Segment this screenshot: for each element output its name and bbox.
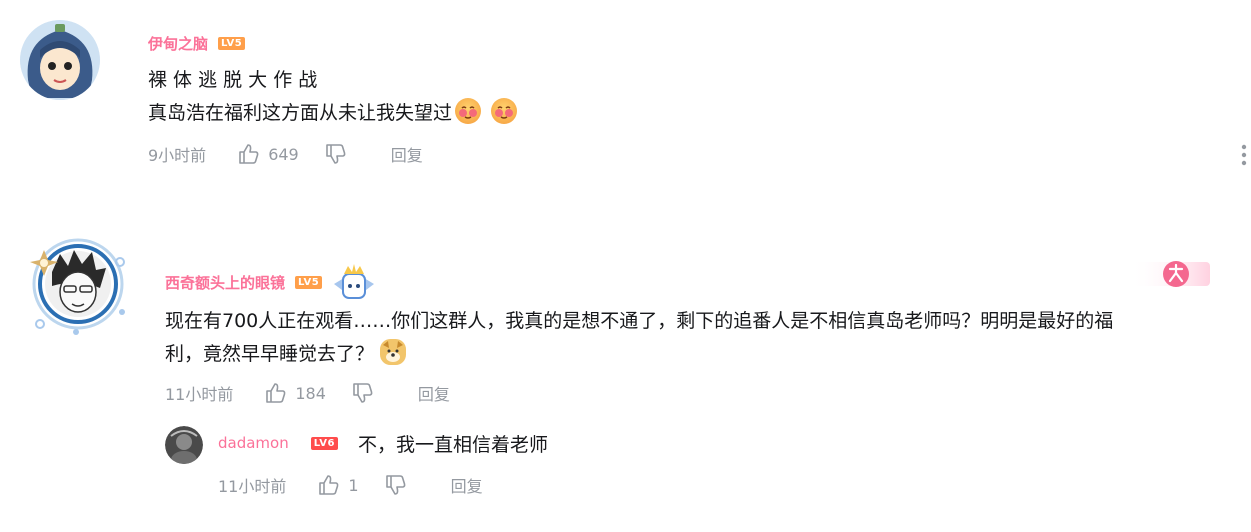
thumbs-down-icon — [353, 383, 373, 403]
comment-line: 真岛浩在福利这方面从未让我失望过 — [148, 102, 453, 124]
like-button[interactable]: 184 — [265, 382, 326, 404]
level-badge: LV5 — [218, 37, 246, 50]
thumbs-up-icon — [319, 475, 339, 495]
level-badge: LV5 — [295, 275, 323, 289]
like-count: 649 — [268, 144, 299, 164]
doge-emoji-icon — [380, 339, 407, 365]
username[interactable]: dadamon — [218, 434, 289, 452]
reply-button[interactable]: 回复 — [418, 381, 450, 405]
thumbs-up-icon — [266, 383, 286, 403]
level-badge: LV6 — [310, 436, 338, 450]
avatar[interactable] — [20, 20, 100, 100]
comment-time: 9小时前 — [148, 146, 207, 165]
thumbs-up-icon — [239, 144, 259, 164]
comment-line: 现在有700人正在观看……你们这群人，我真的是想不通了，剩下的追番人是不相信真岛… — [165, 310, 1114, 332]
dislike-button[interactable] — [385, 474, 407, 496]
dislike-button[interactable] — [325, 143, 347, 165]
avatar-frame[interactable] — [22, 228, 130, 336]
dislike-button[interactable] — [352, 382, 374, 404]
comment-content: 裸 体 逃 脱 大 作 战 真岛浩在福利这方面从未让我失望过 — [148, 64, 518, 130]
reply-button[interactable]: 回复 — [451, 473, 483, 497]
vip-badge-icon — [1130, 256, 1210, 292]
avatar[interactable] — [165, 426, 203, 464]
comment-line: 裸 体 逃 脱 大 作 战 — [148, 69, 318, 91]
comment-time: 11小时前 — [218, 477, 287, 496]
more-options-icon[interactable] — [1240, 143, 1248, 167]
reply-content: 不，我一直相信着老师 — [357, 433, 548, 456]
reply-button[interactable]: 回复 — [391, 142, 423, 166]
comment-line: 利，竟然早早睡觉去了？ — [165, 343, 375, 365]
like-button[interactable]: 649 — [238, 143, 299, 165]
like-count: 1 — [348, 475, 359, 495]
fan-medal-icon — [330, 262, 378, 302]
like-count: 184 — [295, 383, 326, 403]
comment-content: 现在有700人正在观看……你们这群人，我真的是想不通了，剩下的追番人是不相信真岛… — [165, 305, 1113, 371]
thumbs-down-icon — [325, 144, 346, 164]
thumbs-down-icon — [385, 475, 405, 495]
like-button[interactable]: 1 — [318, 474, 359, 496]
username[interactable]: 西奇额头上的眼镜 — [165, 272, 285, 293]
username[interactable]: 伊甸之脑 — [148, 33, 208, 54]
comment-time: 11小时前 — [165, 385, 234, 404]
blush-emoji-icon — [455, 98, 482, 124]
blush-emoji-icon — [491, 98, 518, 124]
